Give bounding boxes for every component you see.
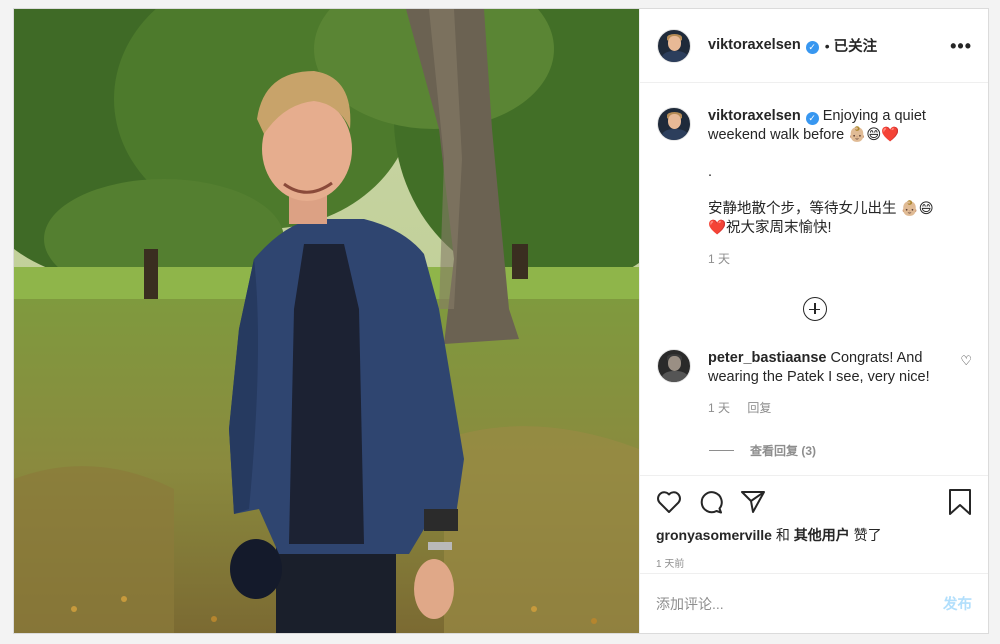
author-username[interactable]: viktoraxelsen ✓ (708, 37, 819, 54)
bookmark-icon[interactable] (948, 489, 972, 515)
add-comment-bar: 发布 (640, 573, 988, 633)
caption-row: viktoraxelsen ✓ Enjoying a quiet weekend … (657, 107, 972, 269)
post-actions: gronyasomerville 和 其他用户 赞了 1 天前 (640, 475, 988, 573)
comment-meta: 1 天 回复 (708, 399, 933, 418)
comment-body: peter_bastiaanse Congrats! And wearing t… (708, 349, 933, 418)
commenter-avatar[interactable] (657, 349, 691, 383)
follow-status-button[interactable]: 已关注 (834, 35, 878, 56)
caption-time: 1 天 (708, 252, 731, 266)
post-photo[interactable] (14, 9, 639, 633)
post-comment-button[interactable]: 发布 (943, 593, 972, 614)
likes-summary: gronyasomerville 和 其他用户 赞了 (656, 525, 972, 545)
comment-like-icon[interactable]: ♡ (960, 349, 972, 418)
add-comment-input[interactable] (656, 595, 943, 612)
photo-illustration (14, 9, 639, 633)
caption-text-line1: Enjoying a quiet (822, 108, 926, 124)
load-more-comments-icon[interactable] (802, 297, 827, 321)
post-header: viktoraxelsen ✓ • 已关注 ••• (640, 9, 988, 83)
post-sidebar: viktoraxelsen ✓ • 已关注 ••• viktoraxelsen ✓ … (639, 9, 988, 633)
liked-by-user[interactable]: gronyasomerville (656, 527, 772, 543)
liked-suffix: 赞了 (853, 527, 882, 543)
view-replies-button[interactable]: 查看回复 (3) (709, 442, 972, 459)
caption-dot: . (708, 164, 713, 180)
post-dialog: viktoraxelsen ✓ • 已关注 ••• viktoraxelsen ✓ … (13, 8, 989, 634)
share-paper-plane-icon[interactable] (740, 489, 766, 515)
caption-meta: 1 天 (708, 250, 934, 269)
caption-cn-line2: ❤️祝大家周末愉快! (708, 220, 832, 236)
comment-bubble-icon[interactable] (698, 489, 724, 515)
liked-and: 和 (775, 527, 790, 543)
post-time[interactable]: 1 天前 (656, 555, 972, 570)
caption-body: viktoraxelsen ✓ Enjoying a quiet weekend … (708, 107, 934, 269)
caption-cn-line1: 安静地散个步，等待女儿出生 👶🏼😄 (708, 201, 934, 217)
author-avatar[interactable] (657, 28, 691, 63)
caption-verified-badge-icon: ✓ (805, 112, 819, 125)
comment-time: 1 天 (708, 401, 731, 415)
comment-row: peter_bastiaanse Congrats! And wearing t… (657, 349, 972, 418)
verified-badge-icon: ✓ (805, 41, 819, 54)
liked-others[interactable]: 其他用户 (794, 527, 850, 543)
author-username-text[interactable]: viktoraxelsen (708, 37, 801, 53)
caption-text-line2: weekend walk before 👶🏼😄❤️ (708, 127, 900, 143)
caption-username[interactable]: viktoraxelsen (708, 108, 801, 124)
action-icons (656, 486, 972, 518)
like-heart-icon[interactable] (656, 490, 682, 514)
comment-reply-button[interactable]: 回复 (747, 401, 771, 415)
comment-username[interactable]: peter_bastiaanse (708, 350, 826, 366)
header-separator: • (824, 37, 830, 54)
comments-list[interactable]: viktoraxelsen ✓ Enjoying a quiet weekend … (640, 83, 988, 475)
view-replies-line (709, 450, 734, 451)
view-replies-label[interactable]: 查看回复 (3) (750, 442, 816, 459)
caption-avatar[interactable] (657, 107, 691, 141)
more-options-icon[interactable]: ••• (950, 37, 972, 55)
